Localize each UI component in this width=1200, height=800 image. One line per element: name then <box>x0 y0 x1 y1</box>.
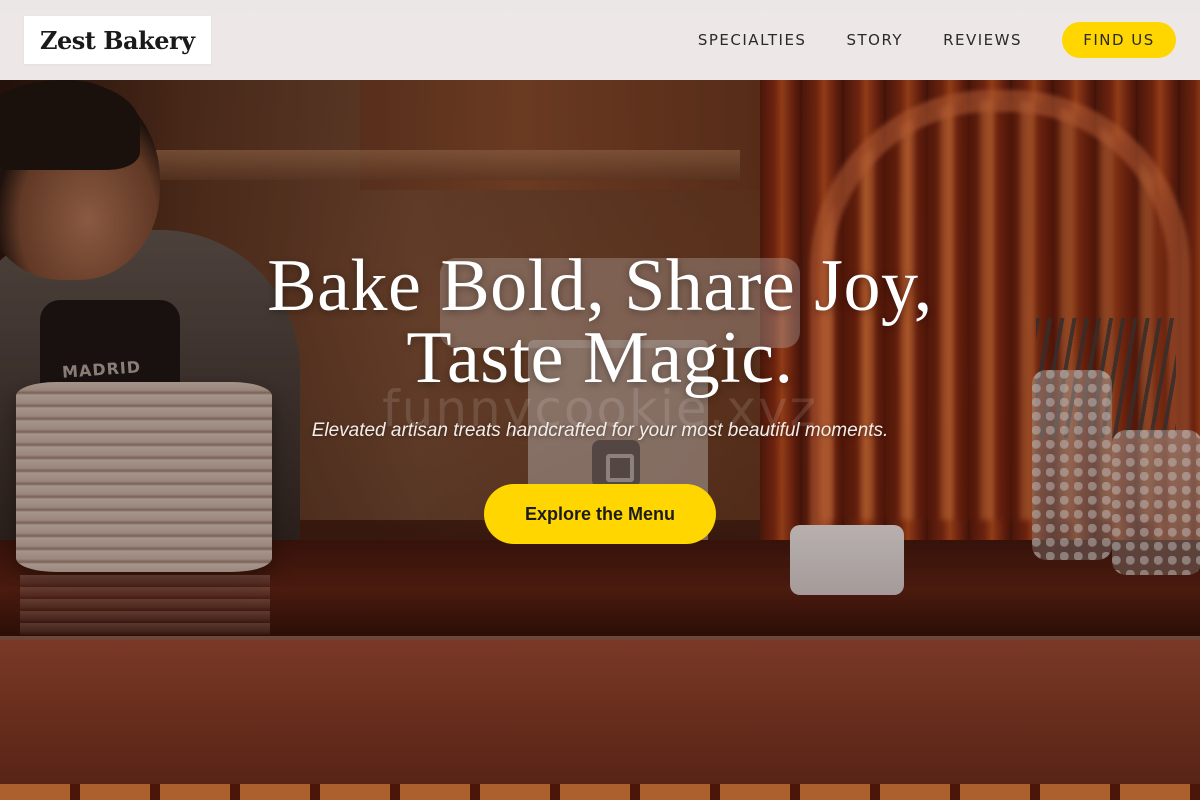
main-nav: SPECIALTIES STORY REVIEWS FIND US <box>658 22 1176 58</box>
nav-link-reviews[interactable]: REVIEWS <box>943 31 1022 49</box>
hero-section: MADRID funnycookie.xyz Bake Bold, Share … <box>0 0 1200 800</box>
headline-line-2: Taste Magic. <box>406 317 794 399</box>
explore-menu-button[interactable]: Explore the Menu <box>484 484 716 544</box>
nav-link-specialties[interactable]: SPECIALTIES <box>698 31 807 49</box>
hero-subtitle: Elevated artisan treats handcrafted for … <box>311 420 889 441</box>
find-us-button[interactable]: FIND US <box>1062 22 1176 58</box>
site-logo[interactable]: Zest Bakery <box>24 16 211 64</box>
headline-line-1: Bake Bold, Share Joy, <box>267 245 933 327</box>
site-header: Zest Bakery SPECIALTIES STORY REVIEWS FI… <box>0 0 1200 80</box>
hero-headline: Bake Bold, Share Joy, Taste Magic. <box>0 249 1200 395</box>
hero-content: funnycookie.xyz Bake Bold, Share Joy, Ta… <box>0 249 1200 544</box>
nav-link-story[interactable]: STORY <box>846 31 903 49</box>
